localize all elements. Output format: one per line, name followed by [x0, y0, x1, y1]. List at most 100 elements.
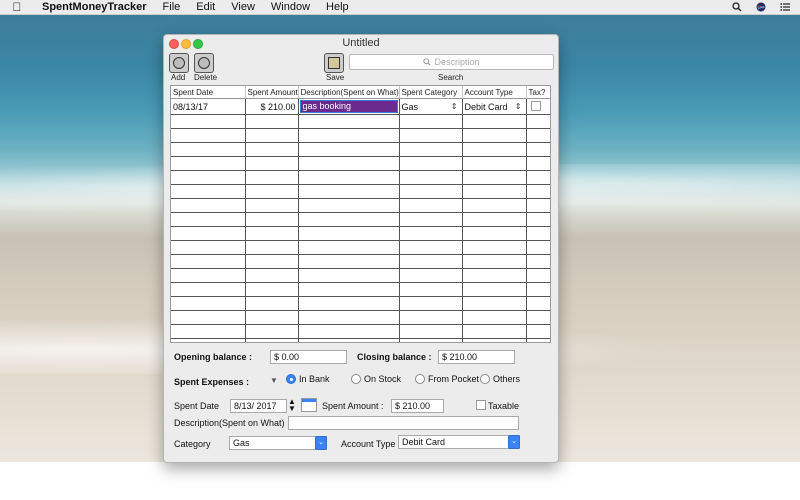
chevron-down-icon[interactable]: ⌄ — [508, 435, 520, 449]
category-popup[interactable]: Gas ⇕ — [402, 102, 460, 112]
table-cell[interactable] — [171, 282, 246, 297]
radio-others-indicator[interactable] — [480, 374, 490, 384]
menu-app-name[interactable]: SpentMoneyTracker — [42, 1, 147, 13]
table-cell[interactable] — [171, 310, 246, 325]
table-cell[interactable] — [171, 142, 246, 157]
account-type-popup[interactable]: Debit Card ⇕ — [465, 102, 524, 112]
table-cell[interactable] — [462, 338, 527, 342]
column-header-account-type[interactable]: Account Type — [462, 86, 527, 99]
table-cell[interactable] — [171, 254, 246, 269]
table-cell[interactable] — [399, 310, 463, 325]
table-cell[interactable] — [462, 254, 527, 269]
table-cell[interactable] — [245, 282, 299, 297]
table-cell[interactable] — [462, 128, 527, 143]
table-cell[interactable] — [171, 268, 246, 283]
table-cell[interactable] — [526, 338, 550, 342]
closing-balance-field[interactable]: $ 210.00 — [438, 350, 515, 364]
table-cell[interactable] — [526, 184, 550, 199]
table-cell[interactable] — [171, 324, 246, 339]
table-cell[interactable] — [526, 156, 550, 171]
column-header-spent-category[interactable]: Spent Category — [399, 86, 463, 99]
table-cell[interactable] — [526, 142, 550, 157]
column-header-description[interactable]: Description(Spent on What) — [298, 86, 400, 99]
save-button[interactable] — [324, 53, 344, 73]
radio-in-bank-indicator[interactable] — [286, 374, 296, 384]
cell-account-type[interactable]: Debit Card ⇕ — [462, 98, 527, 115]
table-row[interactable] — [171, 254, 550, 269]
table-cell[interactable] — [462, 114, 527, 129]
table-cell[interactable] — [245, 240, 299, 255]
table-cell[interactable] — [462, 198, 527, 213]
table-cell[interactable] — [171, 198, 246, 213]
table-cell[interactable] — [245, 254, 299, 269]
add-button[interactable] — [169, 53, 189, 73]
table-cell[interactable] — [526, 212, 550, 227]
table-cell[interactable] — [171, 226, 246, 241]
table-cell[interactable] — [526, 226, 550, 241]
search-field[interactable]: Description — [349, 54, 554, 70]
table-cell[interactable] — [526, 310, 550, 325]
table-cell[interactable] — [526, 198, 550, 213]
table-cell[interactable] — [462, 226, 527, 241]
table-cell[interactable] — [245, 268, 299, 283]
table-cell[interactable] — [298, 156, 400, 171]
column-header-spent-amount[interactable]: Spent Amount — [245, 86, 299, 99]
table-row[interactable] — [171, 212, 550, 227]
table-cell[interactable] — [171, 170, 246, 185]
table-cell[interactable] — [245, 324, 299, 339]
table-cell[interactable] — [298, 184, 400, 199]
radio-from-pocket[interactable]: From Pocket — [415, 374, 479, 384]
taxable-checkbox[interactable] — [476, 400, 486, 410]
column-header-tax[interactable]: Tax? — [526, 86, 550, 99]
table-cell[interactable] — [245, 184, 299, 199]
table-cell[interactable] — [399, 128, 463, 143]
table-cell[interactable] — [245, 296, 299, 311]
table-cell[interactable] — [245, 338, 299, 342]
table-row[interactable] — [171, 310, 550, 325]
table-row[interactable] — [171, 268, 550, 283]
table-cell[interactable] — [526, 324, 550, 339]
table-cell[interactable] — [399, 226, 463, 241]
table-cell[interactable] — [399, 198, 463, 213]
spent-amount-field[interactable]: $ 210.00 — [391, 399, 444, 413]
table-cell[interactable] — [171, 184, 246, 199]
radio-on-stock-indicator[interactable] — [351, 374, 361, 384]
table-cell[interactable] — [298, 114, 400, 129]
delete-button[interactable] — [194, 53, 214, 73]
table-cell[interactable] — [171, 128, 246, 143]
table-cell[interactable] — [526, 128, 550, 143]
table-cell[interactable] — [245, 128, 299, 143]
table-cell[interactable] — [399, 254, 463, 269]
cell-spent-category[interactable]: Gas ⇕ — [399, 98, 463, 115]
table-cell[interactable] — [526, 282, 550, 297]
table-row[interactable] — [171, 240, 550, 255]
table-cell[interactable] — [245, 156, 299, 171]
table-cell[interactable] — [399, 324, 463, 339]
siri-icon[interactable] — [756, 2, 766, 12]
table-cell[interactable] — [526, 114, 550, 129]
menu-help[interactable]: Help — [326, 1, 349, 13]
table-cell[interactable] — [171, 296, 246, 311]
table-cell[interactable] — [171, 212, 246, 227]
table-cell[interactable] — [462, 170, 527, 185]
table-cell[interactable] — [245, 114, 299, 129]
table-cell[interactable] — [245, 170, 299, 185]
table-row[interactable] — [171, 282, 550, 297]
table-cell[interactable] — [399, 338, 463, 342]
table-cell[interactable] — [245, 212, 299, 227]
table-cell[interactable] — [399, 240, 463, 255]
cell-spent-amount[interactable]: $ 210.00 — [245, 98, 299, 115]
table-cell[interactable] — [298, 338, 400, 342]
notification-center-icon[interactable] — [780, 2, 790, 12]
table-cell[interactable] — [526, 296, 550, 311]
table-row[interactable] — [171, 142, 550, 157]
table-cell[interactable] — [298, 170, 400, 185]
table-cell[interactable] — [245, 310, 299, 325]
spent-date-field[interactable]: 8/13/ 2017 — [230, 399, 287, 413]
table-cell[interactable] — [526, 170, 550, 185]
table-cell[interactable] — [462, 156, 527, 171]
table-cell[interactable] — [462, 184, 527, 199]
cell-tax[interactable] — [526, 98, 550, 115]
table-cell[interactable] — [298, 128, 400, 143]
cell-spent-date[interactable]: 08/13/17 — [171, 98, 246, 115]
